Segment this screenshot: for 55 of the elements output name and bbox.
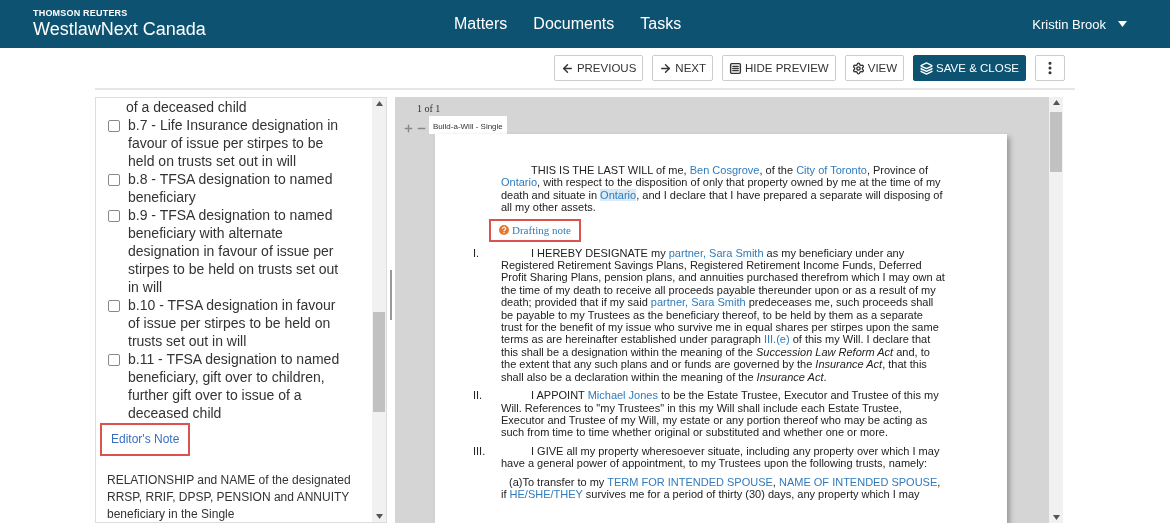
scroll-down-icon[interactable]	[375, 514, 383, 519]
scroll-down-icon[interactable]	[1052, 515, 1060, 520]
page-count: 1 of 1	[417, 103, 442, 114]
field-link[interactable]: TERM FOR INTENDED SPOUSE	[607, 475, 773, 488]
clause-number: III.	[473, 444, 487, 459]
document-tab[interactable]: Build-a-Will - Single	[429, 116, 507, 134]
will-paragraph: (a)To transfer to my TERM FOR INTENDED SPOUSE, NAME OF INTENDED SPOUSE, if HE/SHE/THEY survives me for a period of thirty (30) days, any property which I may	[501, 475, 942, 501]
option-label: b.11 - TFSA designation to named beneficiary, gift over to children, further gift over to issue of a deceased child	[128, 350, 340, 422]
nav-link[interactable]: Documents	[533, 15, 615, 33]
will-paragraph: I APPOINT Michael Jones to be the Estate Trustee, Executor and Trustee of this my Will. References to "my Trustees" in this my Will shall include each Estate Trustee, Executor and Trustee of my Will, my estate or any portion thereof who may be acting as such from time to time whether original or substituted and whether one or more.	[501, 389, 940, 439]
help-icon	[499, 224, 509, 235]
will-paragraph: I GIVE all my property wheresoever situate, including any property over which I may have a general power of appointment, to my Trustees upon the following trusts, namely:	[501, 444, 941, 470]
scrollbar-thumb[interactable]	[1050, 112, 1062, 172]
checkbox[interactable]	[108, 174, 120, 186]
toolbar-button[interactable]: PREVIOUS	[553, 55, 644, 81]
will-paragraph: I HEREBY DESIGNATE my partner, Sara Smith as my beneficiary under any Registered Retirement Savings Plans, Registered Retirement Income Funds, Deferred Profit Sharing Plans, pension plans, and annuities purchased therefrom which I may own at the time of my death to receive all proceeds payable thereunder upon or as a result of my death; provided that if my said partner, Sara Smith predeceases me, such proceeds shall be payable to my Trustees as the beneficiary thereof, to be held by them as a separate trust for the benefit of my issue who survive me in equal shares per stirpes upon the same terms as are hereinafter established under paragraph III.(e) of this my Will. I declare that this shall be a designation within the meaning of the Succession Law Reform Act and, to the extent that any such plans and or funds are governed by the Insurance Act, that this shall also be a declaration within the meaning of the Insurance Act.	[501, 246, 946, 384]
checkbox[interactable]	[108, 300, 120, 312]
field-link[interactable]: partner, Sara Smith	[668, 246, 764, 259]
user-menu[interactable]: Kristin Brook	[1032, 16, 1127, 32]
zoom-in-icon[interactable]	[403, 123, 414, 134]
clause-number: II.	[473, 389, 484, 404]
field-link[interactable]: City of Toronto	[796, 164, 867, 176]
field-link[interactable]: Michael Jones	[587, 389, 658, 402]
scrollbar-thumb[interactable]	[373, 312, 385, 412]
option-text: of a deceased child	[126, 98, 247, 116]
settings-icon	[851, 61, 865, 75]
field-link[interactable]: HE/SHE/THEY	[509, 487, 583, 500]
layers-icon	[920, 61, 934, 75]
drafting-note-link[interactable]: Drafting note	[489, 218, 581, 242]
scrollbar[interactable]	[372, 98, 386, 522]
nav-link[interactable]: Tasks	[640, 15, 682, 33]
nav-link[interactable]: Matters	[454, 15, 508, 33]
will-paragraph: THIS IS THE LAST WILL of me, Ben Cosgrove, of the City of Toronto, Province of Ontario, with respect to the disposition of only that property owned by me at the time of my death and situate in Ontario, and I declare that I have prepared a separate will disposing of all my other assets.	[501, 164, 944, 214]
clause-number: I.	[473, 246, 481, 261]
toolbar-button[interactable]: SAVE & CLOSE	[913, 55, 1026, 81]
editors-note-link[interactable]: Editor's Note	[100, 423, 191, 456]
checkbox[interactable]	[108, 120, 120, 132]
scroll-up-icon[interactable]	[375, 101, 383, 106]
caret-icon	[1118, 21, 1127, 27]
toolbar-button[interactable]: HIDE PREVIEW	[722, 55, 836, 81]
resize-handle[interactable]	[390, 270, 392, 320]
field-link[interactable]: partner, Sara Smith	[650, 296, 746, 309]
brand-caption: THOMSON REUTERS	[33, 8, 129, 18]
field-link[interactable]: III.(e)	[763, 333, 790, 346]
scrollbar[interactable]	[1049, 97, 1063, 523]
arrow-right-icon	[659, 61, 673, 75]
arrow-left-icon	[560, 61, 574, 75]
toolbar-button[interactable]: NEXT	[652, 55, 713, 81]
checkbox[interactable]	[108, 210, 120, 222]
toolbar-button[interactable]: VIEW	[844, 55, 905, 81]
question-text: RELATIONSHIP and NAME of the designated RRSP, RRIF, DPSP, PENSION and ANNUITY beneficiary in the Single	[107, 472, 352, 522]
checkbox[interactable]	[108, 354, 120, 366]
panel-icon	[729, 61, 742, 75]
scroll-up-icon[interactable]	[1052, 100, 1060, 105]
brand-name: WestlawNext Canada	[33, 19, 207, 40]
